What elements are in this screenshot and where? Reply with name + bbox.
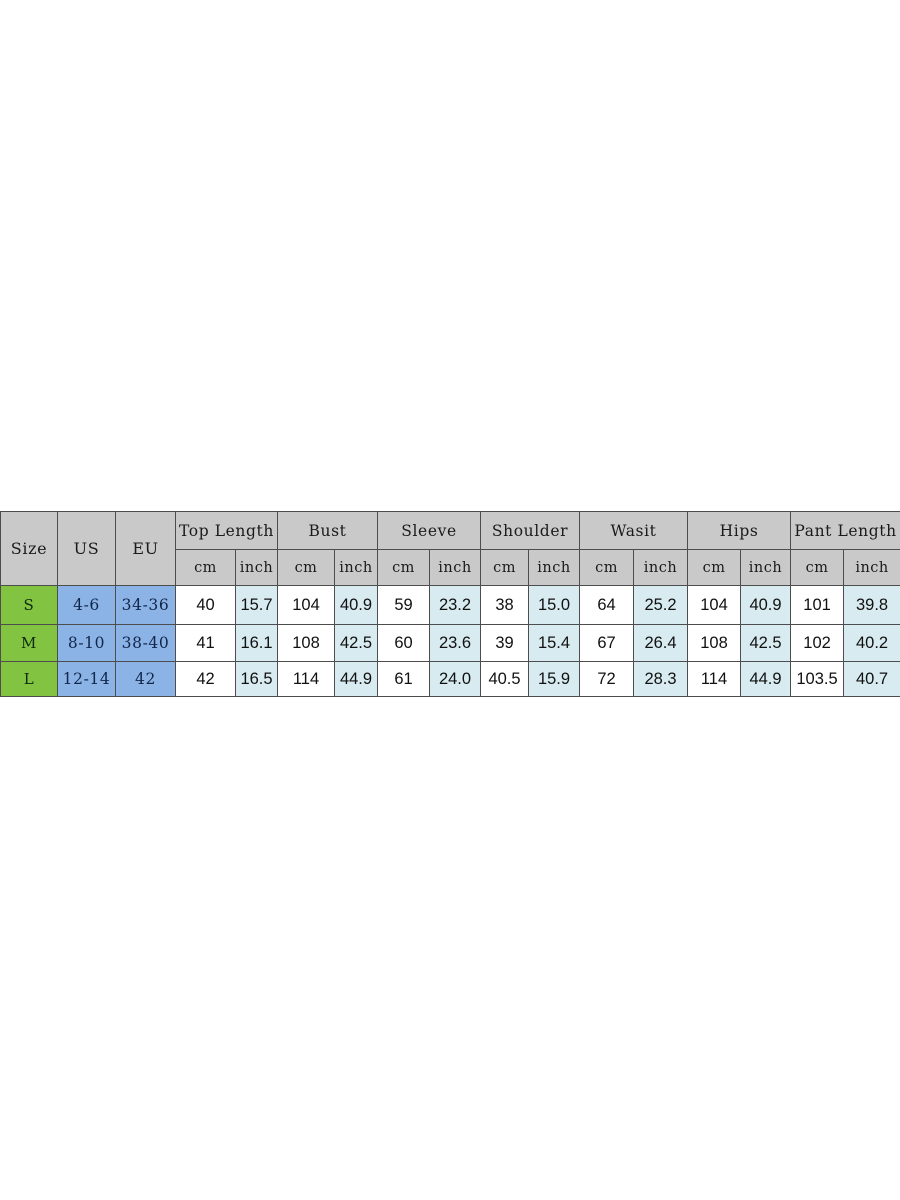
table-header: Size US EU Top Length Bust Sleeve Should… bbox=[0, 511, 900, 586]
unit-header-pant-length-cm: cm bbox=[790, 549, 845, 586]
cell-hips-cm: 114 bbox=[687, 661, 742, 697]
column-header-sleeve: Sleeve bbox=[376, 511, 482, 550]
table-row: S 4-6 34-36 40 15.7 104 40.9 59 23.2 38 … bbox=[0, 585, 900, 625]
column-header-wasit: Wasit bbox=[579, 511, 689, 550]
cell-bust-inch: 40.9 bbox=[334, 585, 378, 625]
unit-header-sleeve-cm: cm bbox=[377, 549, 430, 586]
cell-hips-inch: 40.9 bbox=[740, 585, 792, 625]
cell-us: 4-6 bbox=[57, 585, 116, 625]
cell-pant-length-inch: 40.2 bbox=[843, 624, 900, 662]
column-header-us: US bbox=[57, 511, 116, 586]
unit-header-top-length-cm: cm bbox=[175, 549, 236, 586]
cell-shoulder-cm: 38 bbox=[480, 585, 530, 625]
cell-wasit-inch: 25.2 bbox=[633, 585, 689, 625]
cell-wasit-cm: 72 bbox=[579, 661, 635, 697]
cell-pant-length-inch: 39.8 bbox=[843, 585, 900, 625]
cell-shoulder-cm: 40.5 bbox=[480, 661, 530, 697]
cell-top-length-cm: 40 bbox=[175, 585, 236, 625]
cell-bust-cm: 104 bbox=[277, 585, 335, 625]
cell-top-length-inch: 16.1 bbox=[235, 624, 278, 662]
cell-top-length-inch: 15.7 bbox=[235, 585, 278, 625]
unit-header-bust-inch: inch bbox=[334, 549, 378, 586]
cell-hips-cm: 104 bbox=[687, 585, 742, 625]
header-group-row: Size US EU Top Length Bust Sleeve Should… bbox=[0, 511, 900, 586]
cell-us: 8-10 bbox=[57, 624, 116, 662]
cell-pant-length-cm: 103.5 bbox=[790, 661, 845, 697]
table-row: L 12-14 42 42 16.5 114 44.9 61 24.0 40.5… bbox=[0, 661, 900, 697]
column-header-pant-length: Pant Length bbox=[790, 511, 900, 550]
table-row: M 8-10 38-40 41 16.1 108 42.5 60 23.6 39… bbox=[0, 624, 900, 662]
size-chart-container: Size US EU Top Length Bust Sleeve Should… bbox=[0, 511, 900, 697]
column-header-top-length: Top Length bbox=[175, 511, 278, 550]
cell-sleeve-inch: 23.2 bbox=[428, 585, 482, 625]
cell-hips-cm: 108 bbox=[687, 624, 742, 662]
cell-bust-cm: 108 bbox=[277, 624, 335, 662]
cell-top-length-cm: 42 bbox=[175, 661, 236, 697]
column-header-eu: EU bbox=[115, 511, 176, 586]
column-header-bust: Bust bbox=[277, 511, 378, 550]
unit-header-pant-length-inch: inch bbox=[843, 549, 900, 586]
cell-wasit-cm: 67 bbox=[579, 624, 635, 662]
unit-header-shoulder-cm: cm bbox=[480, 549, 530, 586]
column-header-size: Size bbox=[0, 511, 58, 586]
cell-sleeve-inch: 24.0 bbox=[428, 661, 482, 697]
table-body: S 4-6 34-36 40 15.7 104 40.9 59 23.2 38 … bbox=[0, 585, 900, 697]
cell-bust-inch: 42.5 bbox=[334, 624, 378, 662]
unit-header-bust-cm: cm bbox=[277, 549, 335, 586]
cell-sleeve-cm: 59 bbox=[377, 585, 430, 625]
unit-header-shoulder-inch: inch bbox=[528, 549, 581, 586]
cell-size: S bbox=[0, 585, 58, 625]
cell-eu: 42 bbox=[115, 661, 176, 697]
cell-hips-inch: 42.5 bbox=[740, 624, 792, 662]
cell-pant-length-cm: 102 bbox=[790, 624, 845, 662]
cell-shoulder-cm: 39 bbox=[480, 624, 530, 662]
unit-header-sleeve-inch: inch bbox=[428, 549, 482, 586]
cell-bust-inch: 44.9 bbox=[334, 661, 378, 697]
unit-header-wasit-cm: cm bbox=[579, 549, 635, 586]
cell-hips-inch: 44.9 bbox=[740, 661, 792, 697]
column-header-shoulder: Shoulder bbox=[480, 511, 581, 550]
unit-header-hips-cm: cm bbox=[687, 549, 742, 586]
cell-wasit-inch: 26.4 bbox=[633, 624, 689, 662]
column-header-hips: Hips bbox=[687, 511, 792, 550]
cell-size: L bbox=[0, 661, 58, 697]
cell-pant-length-cm: 101 bbox=[790, 585, 845, 625]
cell-shoulder-inch: 15.9 bbox=[528, 661, 581, 697]
cell-shoulder-inch: 15.0 bbox=[528, 585, 581, 625]
cell-sleeve-cm: 61 bbox=[377, 661, 430, 697]
cell-wasit-cm: 64 bbox=[579, 585, 635, 625]
cell-sleeve-cm: 60 bbox=[377, 624, 430, 662]
cell-shoulder-inch: 15.4 bbox=[528, 624, 581, 662]
cell-eu: 38-40 bbox=[115, 624, 176, 662]
unit-header-top-length-inch: inch bbox=[235, 549, 278, 586]
cell-top-length-inch: 16.5 bbox=[235, 661, 278, 697]
size-chart-table: Size US EU Top Length Bust Sleeve Should… bbox=[0, 511, 900, 697]
cell-pant-length-inch: 40.7 bbox=[843, 661, 900, 697]
unit-header-hips-inch: inch bbox=[740, 549, 792, 586]
cell-us: 12-14 bbox=[57, 661, 116, 697]
cell-wasit-inch: 28.3 bbox=[633, 661, 689, 697]
cell-top-length-cm: 41 bbox=[175, 624, 236, 662]
cell-size: M bbox=[0, 624, 58, 662]
cell-eu: 34-36 bbox=[115, 585, 176, 625]
cell-bust-cm: 114 bbox=[277, 661, 335, 697]
unit-header-wasit-inch: inch bbox=[633, 549, 689, 586]
cell-sleeve-inch: 23.6 bbox=[428, 624, 482, 662]
